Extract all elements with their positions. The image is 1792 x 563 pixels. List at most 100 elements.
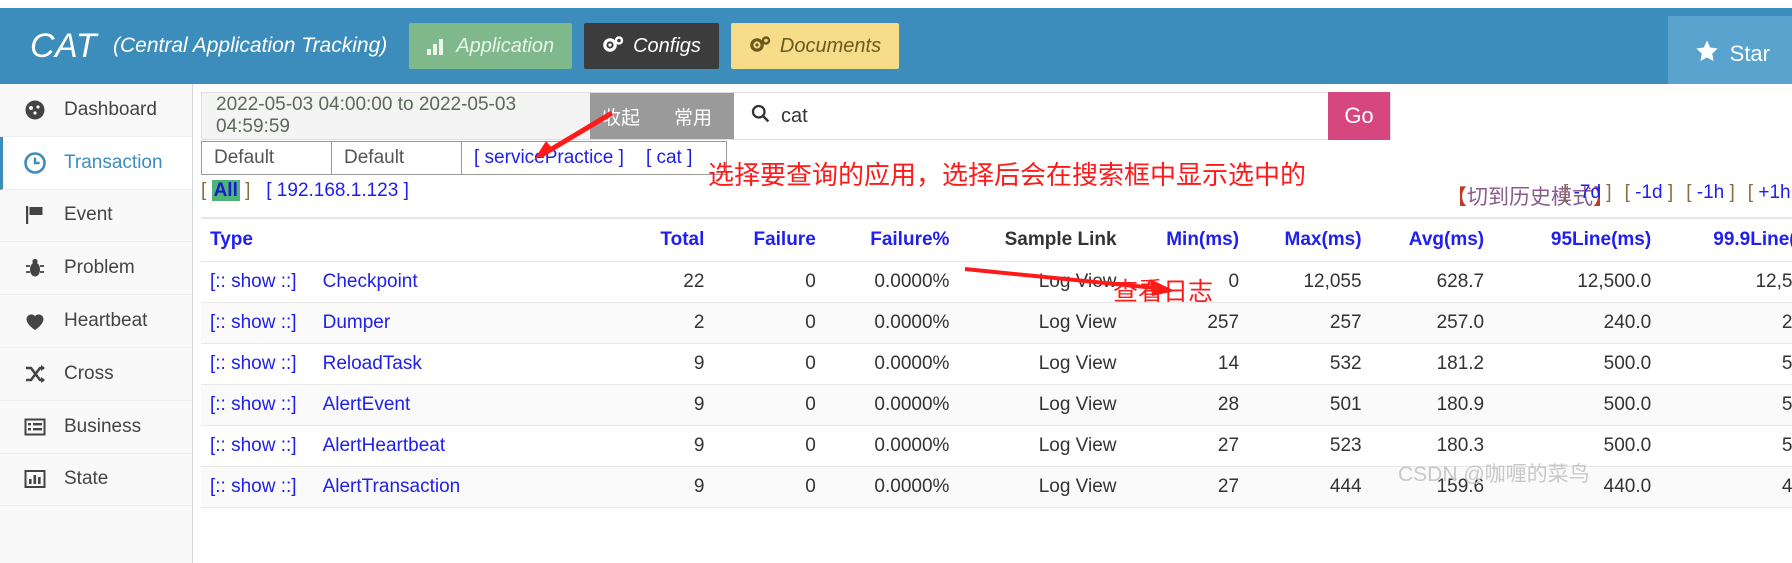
sidebar-item-state[interactable]: State bbox=[0, 453, 192, 507]
sidebar-item-cross[interactable]: Cross bbox=[0, 347, 192, 401]
column-header-avg[interactable]: Avg(ms) bbox=[1370, 217, 1494, 262]
cell-sample-link[interactable]: Log View bbox=[958, 425, 1126, 467]
cell-failure-pct: 0.0000% bbox=[824, 261, 959, 303]
filter-cell-apps: [ servicePractice ] [ cat ] bbox=[460, 141, 728, 175]
column-header-failure[interactable]: Failure bbox=[713, 217, 825, 262]
cell-failure-pct: 0.0000% bbox=[824, 384, 959, 426]
type-link[interactable]: Checkpoint bbox=[323, 271, 418, 292]
sidebar-item-transaction[interactable]: Transaction bbox=[0, 136, 192, 190]
column-header-max[interactable]: Max(ms) bbox=[1248, 217, 1371, 262]
cell-sample-link[interactable]: Log View bbox=[958, 302, 1126, 344]
common-button[interactable]: 常用 bbox=[652, 93, 734, 139]
cell-failure-pct: 0.0000% bbox=[824, 302, 959, 344]
transaction-table-wrap: Type Total Failure Failure% Sample Link … bbox=[201, 217, 1792, 508]
filter-cell-group[interactable]: Default bbox=[331, 141, 462, 175]
ip-filter-row: [ All ] [ 192.168.1.123 ] bbox=[201, 180, 409, 202]
type-link[interactable]: Dumper bbox=[323, 312, 391, 333]
show-link[interactable]: [:: show ::] bbox=[210, 271, 297, 292]
type-link[interactable]: AlertEvent bbox=[323, 394, 411, 415]
nav-button-documents[interactable]: Documents bbox=[730, 23, 900, 69]
cell-total: 9 bbox=[602, 466, 714, 508]
show-link[interactable]: [:: show ::] bbox=[210, 353, 297, 374]
sidebar-item-event[interactable]: Event bbox=[0, 189, 192, 243]
collapse-button[interactable]: 收起 bbox=[590, 93, 652, 139]
shortcut-minus-7d[interactable]: [ -7d ] bbox=[1563, 182, 1612, 204]
app-link-cat[interactable]: [ cat ] bbox=[646, 147, 692, 168]
cell-total: 9 bbox=[602, 425, 714, 467]
show-link[interactable]: [:: show ::] bbox=[210, 435, 297, 456]
cell-max: 12,055 bbox=[1248, 261, 1371, 303]
cell-failure-pct: 0.0000% bbox=[824, 425, 959, 467]
cell-min: 257 bbox=[1125, 302, 1249, 344]
top-navbar: CAT (Central Application Tracking) Appli… bbox=[0, 8, 1792, 92]
cell-sample-link[interactable]: Log View bbox=[958, 384, 1126, 426]
gears-icon bbox=[602, 36, 624, 56]
filter-table-wrap: Default Default [ servicePractice ] [ cat… bbox=[201, 141, 728, 175]
column-header-total[interactable]: Total bbox=[602, 217, 714, 262]
sidebar-label-event: Event bbox=[64, 204, 113, 226]
shuffle-icon bbox=[22, 362, 48, 386]
cell-type: [:: show ::] AlertEvent bbox=[201, 384, 602, 426]
column-header-type[interactable]: Type bbox=[201, 217, 602, 262]
sidebar-label-transaction: Transaction bbox=[64, 151, 163, 173]
column-header-95line[interactable]: 95Line(ms) bbox=[1493, 217, 1661, 262]
cell-failure: 0 bbox=[713, 466, 825, 508]
type-link[interactable]: ReloadTask bbox=[323, 353, 422, 374]
cell-sample-link[interactable]: Log View bbox=[958, 466, 1126, 508]
shortcut-minus-1h[interactable]: [ -1h ] bbox=[1686, 182, 1735, 204]
type-link[interactable]: AlertTransaction bbox=[323, 476, 461, 497]
nav-label-documents: Documents bbox=[779, 34, 882, 57]
sidebar-label-heartbeat: Heartbeat bbox=[64, 310, 148, 332]
type-link[interactable]: AlertHeartbeat bbox=[323, 435, 446, 456]
table-body: [:: show ::] Checkpoint 22 0 0.0000% Log … bbox=[201, 261, 1792, 508]
cell-failure: 0 bbox=[713, 425, 825, 467]
column-header-failure-pct[interactable]: Failure% bbox=[824, 217, 959, 262]
sidebar-item-heartbeat[interactable]: Heartbeat bbox=[0, 295, 192, 348]
cell-sample-link[interactable]: Log View bbox=[958, 343, 1126, 385]
bar-chart-icon bbox=[427, 37, 447, 55]
cell-total: 2 bbox=[602, 302, 714, 344]
shortcut-plus-1h[interactable]: [ +1h ] bbox=[1748, 182, 1792, 204]
cell-min: 27 bbox=[1125, 425, 1249, 467]
cell-95line: 240.0 bbox=[1493, 302, 1661, 344]
cell-failure: 0 bbox=[713, 384, 825, 426]
ip-filter-item[interactable]: [ 192.168.1.123 ] bbox=[266, 180, 409, 201]
cell-sample-link[interactable]: Log View bbox=[958, 261, 1126, 303]
page-root: CAT (Central Application Tracking) Appli… bbox=[0, 0, 1792, 563]
gears-icon bbox=[749, 36, 771, 56]
star-button[interactable]: Star bbox=[1667, 16, 1792, 92]
cell-999line: 500.0 bbox=[1660, 343, 1792, 385]
nav-button-configs[interactable]: Configs bbox=[584, 23, 719, 69]
chart-icon bbox=[22, 467, 48, 491]
cell-type: [:: show ::] AlertTransaction bbox=[201, 466, 602, 508]
bracket-close: ] bbox=[245, 180, 251, 201]
show-link[interactable]: [:: show ::] bbox=[210, 476, 297, 497]
filter-cell-domain[interactable]: Default bbox=[201, 141, 332, 175]
sidebar-item-problem[interactable]: Problem bbox=[0, 242, 192, 296]
nav-button-application[interactable]: Application bbox=[409, 23, 573, 69]
flag-icon bbox=[22, 203, 48, 227]
column-header-min[interactable]: Min(ms) bbox=[1125, 217, 1249, 262]
column-header-sample-link: Sample Link bbox=[958, 217, 1126, 262]
show-link[interactable]: [:: show ::] bbox=[210, 312, 297, 333]
clock-icon bbox=[22, 151, 48, 175]
app-link-servicepractice[interactable]: [ servicePractice ] bbox=[474, 147, 624, 168]
ip-filter-all[interactable]: All bbox=[211, 180, 240, 201]
date-range-input[interactable]: 2022-05-03 04:00:00 to 2022-05-03 04:59:… bbox=[202, 93, 590, 139]
top-nav-buttons: Application Configs Documents bbox=[409, 23, 900, 69]
heart-icon bbox=[22, 309, 48, 333]
filter-row: Default Default [ servicePractice ] [ cat… bbox=[201, 141, 728, 175]
cell-min: 27 bbox=[1125, 466, 1249, 508]
column-header-999line[interactable]: 99.9Line(ms) bbox=[1660, 217, 1792, 262]
cell-max: 257 bbox=[1248, 302, 1371, 344]
show-link[interactable]: [:: show ::] bbox=[210, 394, 297, 415]
search-toolbar: 2022-05-03 04:00:00 to 2022-05-03 04:59:… bbox=[201, 92, 1391, 140]
cell-avg: 159.6 bbox=[1370, 466, 1494, 508]
cell-failure-pct: 0.0000% bbox=[824, 466, 959, 508]
shortcut-minus-1d[interactable]: [ -1d ] bbox=[1625, 182, 1674, 204]
go-button[interactable]: Go bbox=[1328, 92, 1390, 140]
sidebar-item-dashboard[interactable]: Dashboard bbox=[0, 84, 192, 137]
sidebar-item-business[interactable]: Business bbox=[0, 400, 192, 454]
search-input[interactable]: cat bbox=[734, 93, 1328, 139]
cell-type: [:: show ::] AlertHeartbeat bbox=[201, 425, 602, 467]
